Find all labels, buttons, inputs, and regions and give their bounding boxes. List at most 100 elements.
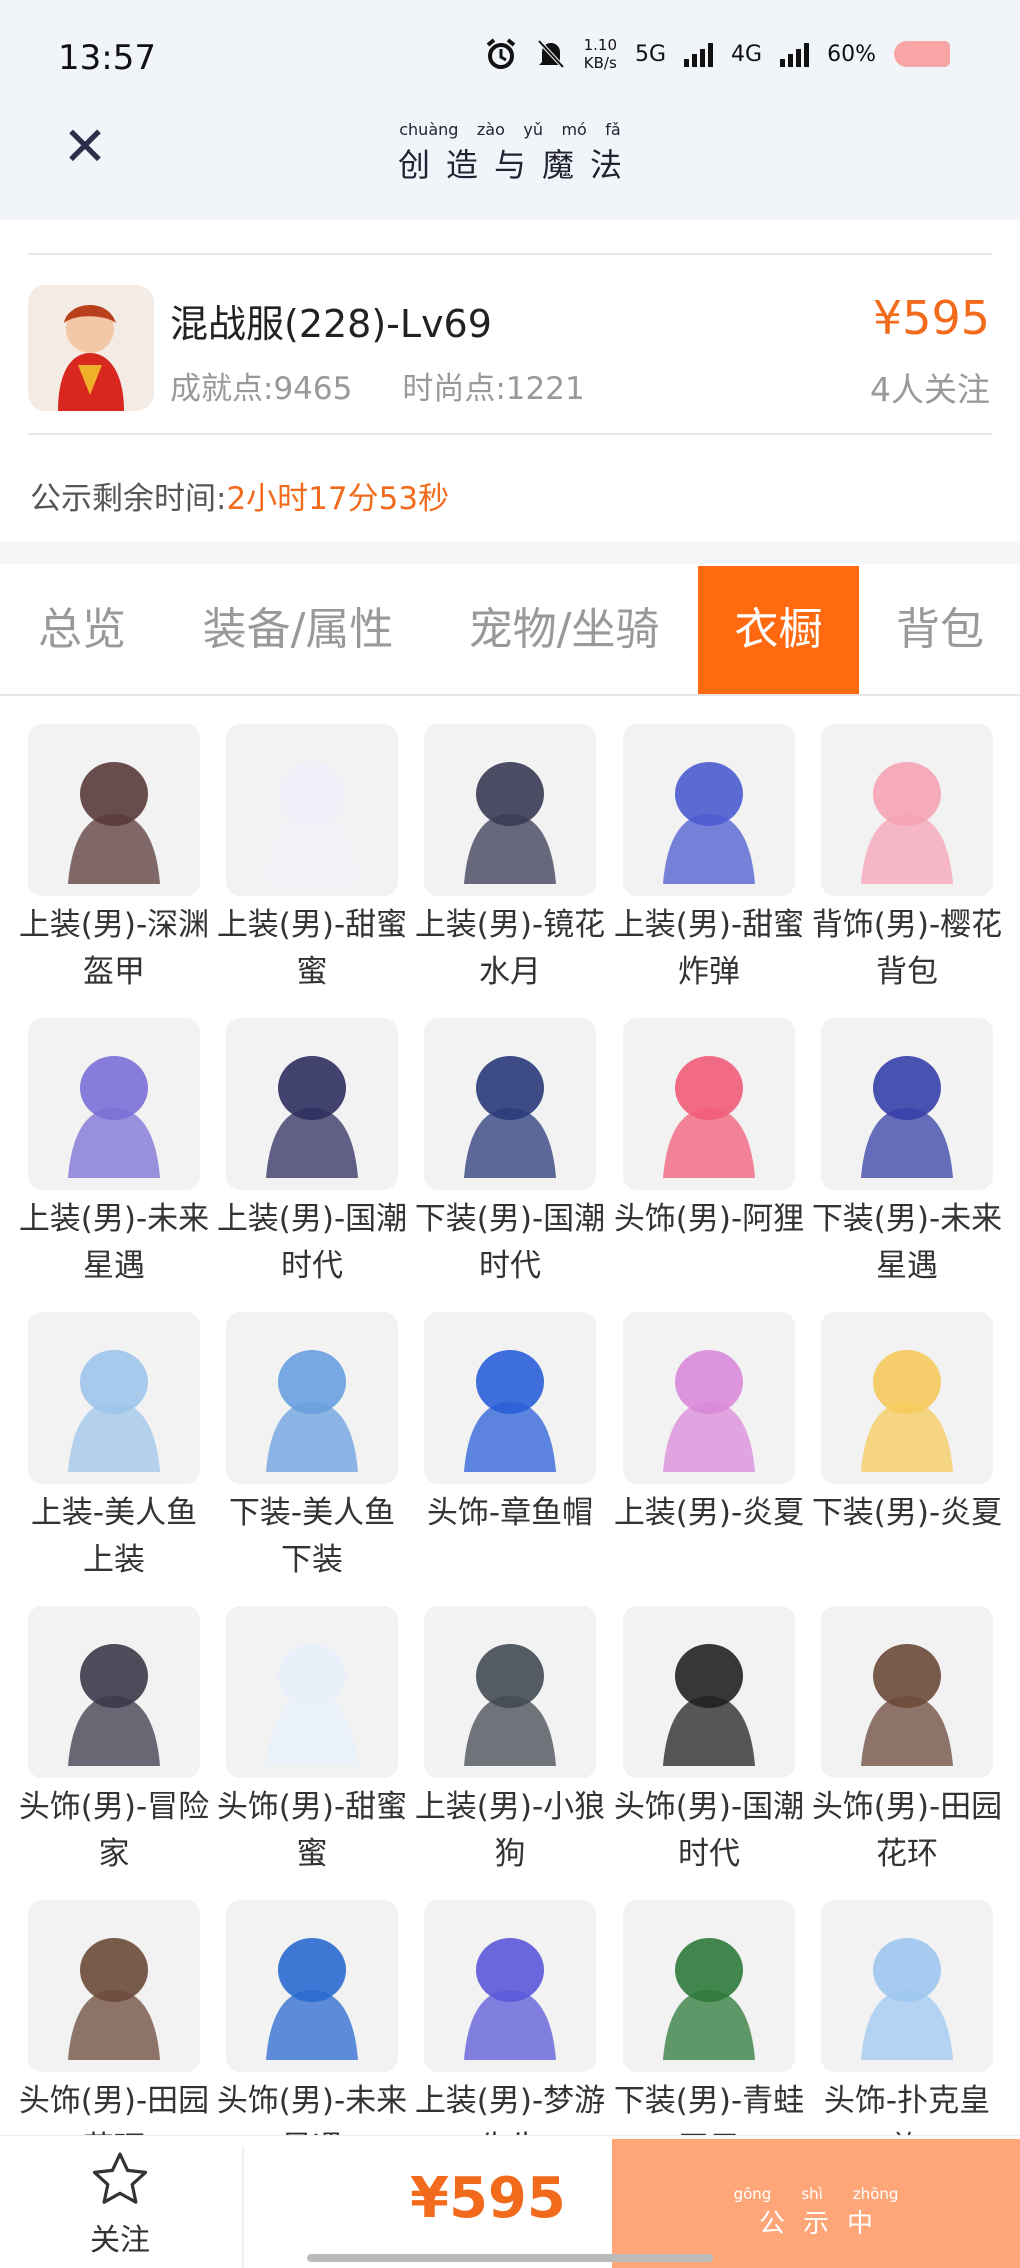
section-gap	[0, 542, 1020, 564]
wardrobe-item[interactable]: 下装(男)-未来星遇	[812, 1018, 1002, 1290]
battery-percent: 60%	[827, 41, 876, 67]
wardrobe-item-thumbnail	[28, 724, 200, 896]
home-indicator[interactable]	[307, 2254, 713, 2262]
item-stats: 成就点:9465 时尚点:1221	[170, 363, 585, 408]
app-title: chuàng zào yǔ mó fǎ 创造与魔法	[390, 120, 630, 186]
wardrobe-item-label: 头饰(男)-甜蜜蜜	[216, 1789, 408, 1872]
signal-icon	[684, 41, 714, 67]
wardrobe-item[interactable]: 下装(男)-青蛙王子	[614, 1900, 804, 2135]
close-icon[interactable]: ✕	[60, 120, 110, 174]
tab-bar: 总览 装备/属性 宠物/坐骑 衣橱 背包	[0, 566, 1020, 696]
wardrobe-item-label: 上装(男)-深渊盔甲	[18, 907, 210, 990]
wardrobe-item[interactable]: 上装(男)-小狼狗	[415, 1606, 605, 1878]
item-name: 混战服(228)-Lv69	[170, 302, 492, 346]
notice-countdown: 2小时17分53秒	[226, 481, 450, 517]
wardrobe-item[interactable]: 上装(男)-梦游先生	[415, 1900, 605, 2135]
fashion-points: 时尚点:1221	[402, 371, 585, 407]
alarm-icon	[486, 38, 515, 69]
wardrobe-item-label: 上装(男)-炎夏	[613, 1495, 805, 1531]
wardrobe-item[interactable]: 头饰(男)-冒险家	[19, 1606, 209, 1878]
public-status-button[interactable]: gōng shì zhōng 公示中	[612, 2139, 1020, 2268]
item-card[interactable]: 混战服(228)-Lv69 成就点:9465 时尚点:1221 ¥595 4人关注	[0, 255, 1020, 435]
wardrobe-item[interactable]: 上装(男)-未来星遇	[19, 1018, 209, 1290]
follow-label: 关注	[90, 2223, 150, 2258]
wardrobe-item-label: 头饰-扑克皇族	[823, 2083, 991, 2135]
status-time: 13:57	[58, 38, 156, 78]
wardrobe-item-label: 上装(男)-小狼狗	[414, 1789, 606, 1872]
wardrobe-item[interactable]: 头饰-章鱼帽	[424, 1312, 596, 1537]
divider	[28, 433, 992, 435]
wardrobe-item[interactable]: 头饰-扑克皇族	[821, 1900, 993, 2135]
wardrobe-item[interactable]: 上装(男)-镜花水月	[415, 724, 605, 996]
wardrobe-item-thumbnail	[424, 1312, 596, 1484]
wardrobe-item-label: 下装(男)-炎夏	[811, 1495, 1003, 1531]
wardrobe-item-thumbnail	[226, 1312, 398, 1484]
tab-wardrobe[interactable]: 衣橱	[698, 566, 859, 694]
wardrobe-item-thumbnail	[821, 1606, 993, 1778]
follow-button[interactable]: 关注	[60, 2151, 180, 2259]
wardrobe-item-thumbnail	[623, 724, 795, 896]
bottom-action-bar: 关注 ¥595 gōng shì zhōng 公示中	[0, 2135, 1020, 2268]
public-notice: 公示剩余时间:2小时17分53秒	[30, 473, 449, 518]
wardrobe-item-label: 下装-美人鱼下装	[228, 1495, 396, 1578]
wardrobe-item[interactable]: 上装(男)-国潮时代	[217, 1018, 407, 1290]
wardrobe-item[interactable]: 上装-美人鱼上装	[28, 1312, 200, 1584]
wardrobe-item[interactable]: 下装-美人鱼下装	[226, 1312, 398, 1584]
wardrobe-item-label: 头饰(男)-田园花环	[18, 2083, 210, 2135]
wardrobe-item[interactable]: 下装(男)-炎夏	[812, 1312, 1002, 1537]
wardrobe-item-thumbnail	[28, 1018, 200, 1190]
tab-overview[interactable]: 总览	[22, 566, 142, 694]
wardrobe-item-thumbnail	[28, 1606, 200, 1778]
wardrobe-item[interactable]: 头饰(男)-田园花环	[19, 1900, 209, 2135]
wardrobe-item-thumbnail	[424, 724, 596, 896]
signal-icon	[780, 41, 810, 67]
wardrobe-item-label: 背饰(男)-樱花背包	[811, 907, 1003, 990]
title-bar: ✕ chuàng zào yǔ mó fǎ 创造与魔法	[0, 100, 1020, 220]
wardrobe-item-thumbnail	[424, 1900, 596, 2072]
wardrobe-item[interactable]: 头饰(男)-未来星遇	[217, 1900, 407, 2135]
wardrobe-item-thumbnail	[623, 1312, 795, 1484]
wardrobe-item-thumbnail	[226, 1606, 398, 1778]
wardrobe-item-thumbnail	[424, 1606, 596, 1778]
wardrobe-item[interactable]: 下装(男)-国潮时代	[415, 1018, 605, 1290]
tab-bag[interactable]: 背包	[880, 566, 1000, 694]
wardrobe-item-thumbnail	[623, 1018, 795, 1190]
wardrobe-item[interactable]: 头饰(男)-田园花环	[812, 1606, 1002, 1878]
mute-bell-icon	[536, 38, 566, 70]
wardrobe-item-thumbnail	[623, 1606, 795, 1778]
wardrobe-item-thumbnail	[821, 1312, 993, 1484]
wardrobe-item-thumbnail	[226, 724, 398, 896]
wardrobe-item[interactable]: 头饰(男)-阿狸	[614, 1018, 804, 1243]
net-5g-label: 5G	[635, 41, 667, 67]
bottom-price: ¥595	[410, 2166, 566, 2231]
wardrobe-item-thumbnail	[821, 1900, 993, 2072]
wardrobe-item-label: 上装(男)-甜蜜蜜	[216, 907, 408, 990]
wardrobe-item[interactable]: 头饰(男)-国潮时代	[614, 1606, 804, 1878]
notice-label: 公示剩余时间:	[30, 481, 227, 517]
status-icons: 1.10 KB/s 5G 4G 60%	[484, 36, 950, 72]
wardrobe-item[interactable]: 背饰(男)-樱花背包	[812, 724, 1002, 996]
wardrobe-item-thumbnail	[226, 1900, 398, 2072]
wardrobe-item-label: 上装(男)-未来星遇	[18, 1201, 210, 1284]
wardrobe-grid: 上装(男)-深渊盔甲 上装(男)-甜蜜蜜 上装(男)-镜花水月 上装(男)-甜蜜炸弹背…	[0, 700, 1020, 2135]
wardrobe-item-label: 下装(男)-国潮时代	[414, 1201, 606, 1284]
achievement-points: 成就点:9465	[170, 371, 353, 407]
public-label: 公示中	[758, 2209, 874, 2239]
wardrobe-item[interactable]: 头饰(男)-甜蜜蜜	[217, 1606, 407, 1878]
wardrobe-item[interactable]: 上装(男)-炎夏	[614, 1312, 804, 1537]
wardrobe-item[interactable]: 上装(男)-深渊盔甲	[19, 724, 209, 996]
wardrobe-item-label: 头饰-章鱼帽	[426, 1495, 594, 1531]
wardrobe-item-label: 上装(男)-梦游先生	[414, 2083, 606, 2135]
title-text: 创造与魔法	[397, 146, 622, 184]
wardrobe-item[interactable]: 上装(男)-甜蜜炸弹	[614, 724, 804, 996]
wardrobe-item-label: 上装(男)-国潮时代	[216, 1201, 408, 1284]
wardrobe-item-label: 头饰(男)-冒险家	[18, 1789, 210, 1872]
wardrobe-item-thumbnail	[226, 1018, 398, 1190]
net-4g-label: 4G	[731, 41, 763, 67]
wardrobe-item-label: 上装-美人鱼上装	[30, 1495, 198, 1578]
wardrobe-item-label: 头饰(男)-阿狸	[613, 1201, 805, 1237]
wardrobe-item-thumbnail	[821, 1018, 993, 1190]
tab-pets[interactable]: 宠物/坐骑	[452, 566, 676, 694]
wardrobe-item[interactable]: 上装(男)-甜蜜蜜	[217, 724, 407, 996]
tab-equipment[interactable]: 装备/属性	[186, 566, 410, 694]
